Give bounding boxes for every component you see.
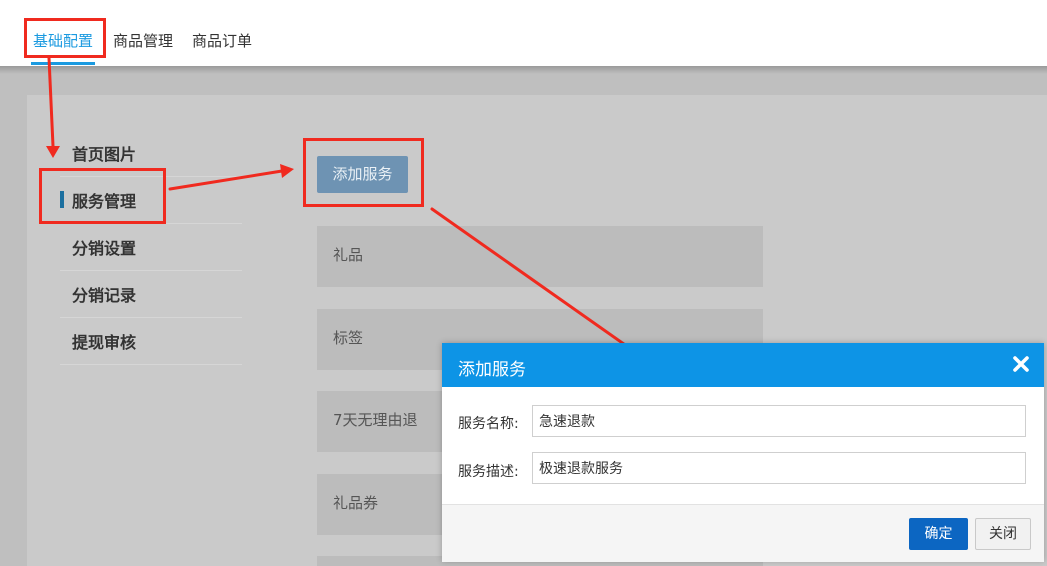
sidebar-item-label: 提现审核 <box>72 333 137 352</box>
dialog-header: 添加服务 <box>442 343 1044 387</box>
service-name: 标签 <box>333 329 364 347</box>
sidebar-item-label: 分销记录 <box>72 286 137 305</box>
top-nav: 基础配置 商品管理 商品订单 <box>0 0 1047 66</box>
close-button[interactable]: 关闭 <box>975 518 1031 550</box>
service-name-label: 服务名称: <box>458 416 519 432</box>
sidebar-item-label: 分销设置 <box>72 239 137 258</box>
service-name: 礼品券 <box>333 494 379 512</box>
nav-shadow <box>0 66 1047 74</box>
dialog-title: 添加服务 <box>458 360 526 380</box>
service-name-input[interactable] <box>532 405 1026 437</box>
add-service-dialog: 添加服务 服务名称: 服务描述: 确定 关闭 <box>442 343 1044 562</box>
sidebar-item-distribution-settings[interactable]: 分销设置 <box>60 223 242 271</box>
sidebar-item-distribution-records[interactable]: 分销记录 <box>60 270 242 318</box>
annotation-box-add-service <box>303 138 424 207</box>
sidebar-item-withdrawal-review[interactable]: 提现审核 <box>60 317 242 365</box>
tab-product-orders[interactable]: 商品订单 <box>192 30 252 51</box>
service-name: 7天无理由退 <box>333 411 418 429</box>
service-description-input[interactable] <box>532 452 1026 484</box>
service-row[interactable]: 礼品 <box>317 226 763 287</box>
tab-product-management[interactable]: 商品管理 <box>113 30 173 51</box>
dialog-footer: 确定 关闭 <box>442 504 1044 562</box>
active-tab-indicator <box>31 62 95 65</box>
close-icon[interactable] <box>1010 353 1032 375</box>
service-name: 礼品 <box>333 246 364 264</box>
sidebar-item-label: 首页图片 <box>72 145 137 164</box>
confirm-button[interactable]: 确定 <box>909 518 968 550</box>
annotation-box-service-management <box>39 168 166 224</box>
annotation-box-basic-config <box>24 18 106 58</box>
service-description-label: 服务描述: <box>458 464 519 480</box>
